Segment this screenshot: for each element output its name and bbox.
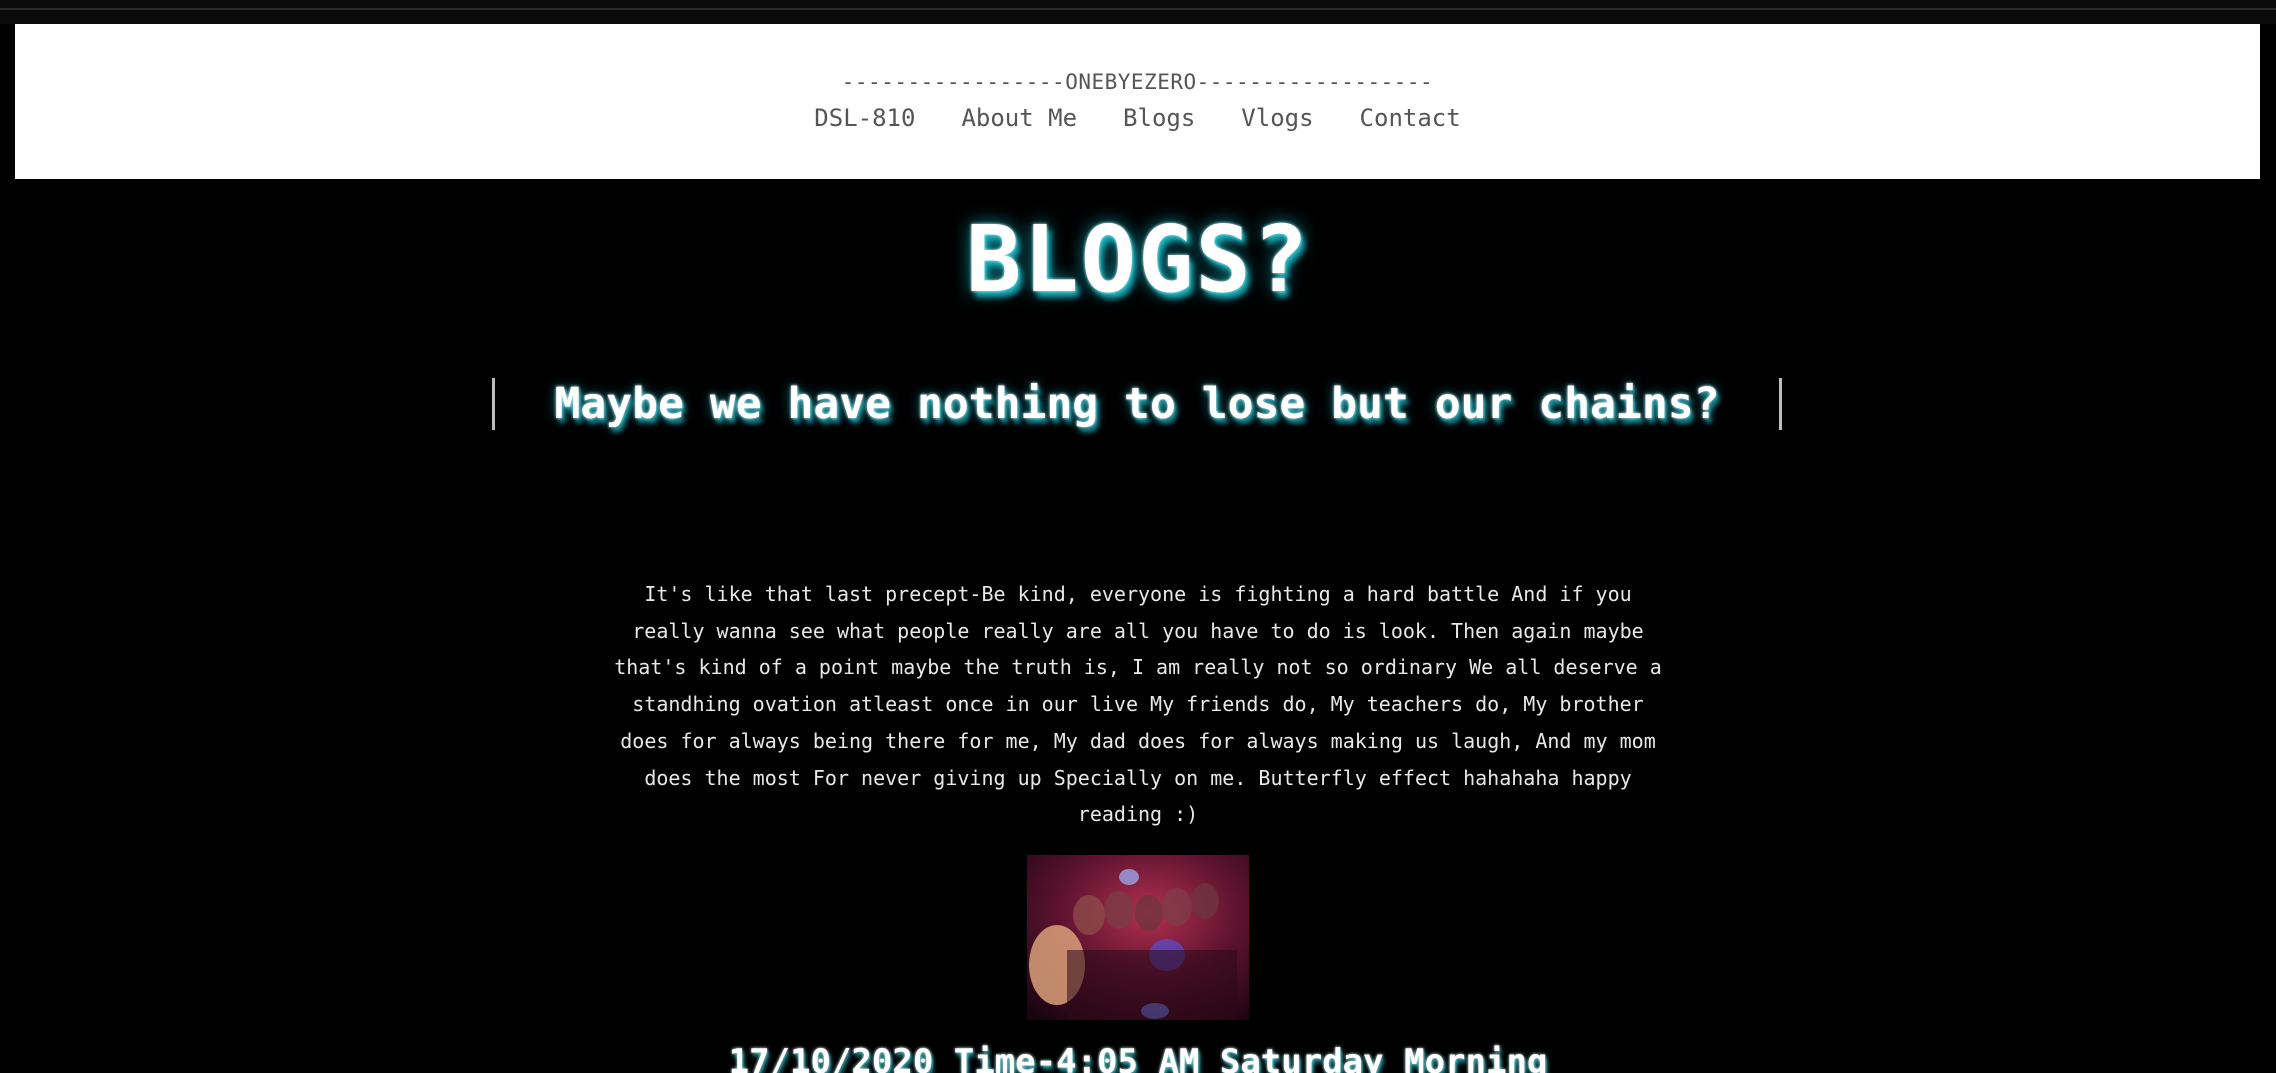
nav-link-vlogs[interactable]: Vlogs (1241, 104, 1313, 132)
nav-link-about-me[interactable]: About Me (961, 104, 1077, 132)
nav-link-blogs[interactable]: Blogs (1123, 104, 1195, 132)
page-quote: Maybe we have nothing to lose but our ch… (492, 378, 1782, 430)
nav-link-dsl-810[interactable]: DSL-810 (814, 104, 915, 132)
post-date: 17/10/2020 Time-4:05 AM Saturday Morning (728, 1042, 1548, 1073)
post-body-text: It's like that last precept-Be kind, eve… (614, 582, 1662, 827)
group-photo-icon (1027, 855, 1249, 1020)
top-divider (0, 8, 2276, 10)
browser-top-strip (0, 0, 2276, 24)
main-nav: DSL-810 About Me Blogs Vlogs Contact (15, 104, 2260, 132)
site-header: -----------------ONEBYEZERO-------------… (15, 24, 2260, 179)
nav-link-contact[interactable]: Contact (1360, 104, 1461, 132)
post-photo (1027, 855, 1249, 1020)
page-title: BLOGS? (965, 206, 1311, 313)
site-brand[interactable]: -----------------ONEBYEZERO-------------… (15, 70, 2260, 94)
